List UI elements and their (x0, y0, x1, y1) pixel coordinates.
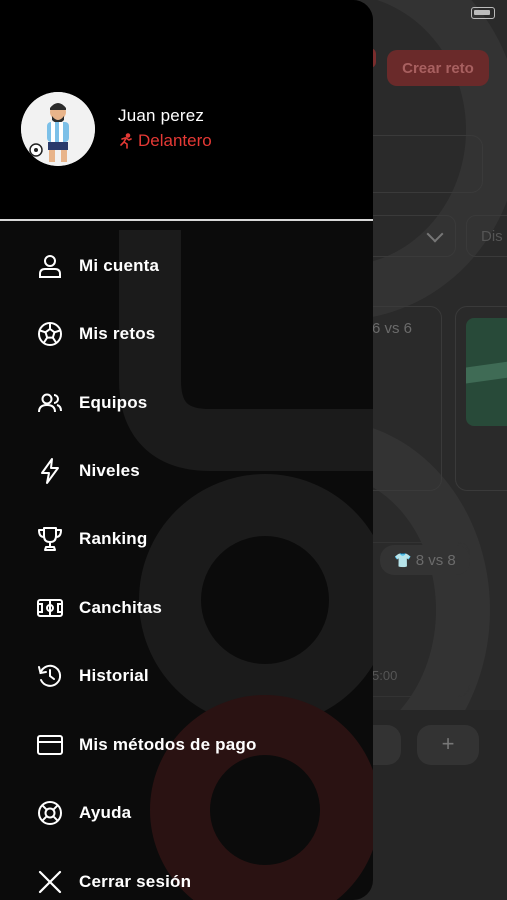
menu-label: Cerrar sesión (79, 872, 192, 891)
user-role: Delantero (118, 131, 212, 151)
team-badge-image (466, 318, 507, 426)
menu-item-challenges[interactable]: Mis retos (0, 306, 373, 362)
distance-filter[interactable]: Dis (466, 215, 507, 257)
user-role-label: Delantero (138, 131, 212, 150)
menu-item-ranking[interactable]: Ranking (0, 511, 373, 567)
close-icon (35, 867, 65, 897)
shirt-icon: 👕 (394, 551, 412, 568)
menu-item-history[interactable]: Historial (0, 648, 373, 704)
runner-icon (120, 133, 132, 149)
match-format: 6 vs 6 (372, 320, 413, 337)
menu-label: Equipos (79, 393, 148, 412)
user-icon (35, 251, 65, 281)
add-team-button[interactable]: + (417, 725, 479, 765)
menu-label: Ranking (79, 529, 148, 548)
menu-item-payment-methods[interactable]: Mis métodos de pago (0, 717, 373, 773)
profile-header: Juan perez Delantero (0, 0, 373, 220)
menu-label: Mi cuenta (79, 256, 160, 275)
menu-item-teams[interactable]: Equipos (0, 375, 373, 431)
menu-item-fields[interactable]: Canchitas (0, 580, 373, 636)
menu-label: Mis retos (79, 324, 156, 343)
soccer-player-avatar-icon (21, 92, 95, 166)
trophy-icon (35, 524, 65, 554)
menu-label: Ayuda (79, 803, 132, 822)
avatar[interactable] (21, 92, 95, 166)
menu-item-account[interactable]: Mi cuenta (0, 238, 373, 294)
side-drawer: Juan perez Delantero Mi cuenta Mis retos… (0, 0, 373, 900)
match-time: 5:00 (372, 668, 398, 683)
chevron-down-icon (426, 225, 444, 243)
credit-card-icon (35, 730, 65, 760)
lightning-icon (35, 456, 65, 486)
help-icon (35, 798, 65, 828)
header-divider (0, 219, 373, 221)
menu-label: Historial (79, 666, 149, 685)
battery-icon (471, 7, 495, 19)
create-challenge-button[interactable]: Crear reto (387, 50, 489, 86)
history-icon (35, 661, 65, 691)
menu-label: Canchitas (79, 598, 163, 617)
user-name: Juan perez (118, 106, 205, 125)
field-icon (35, 593, 65, 623)
match-format: 8 vs 8 (415, 551, 456, 569)
soccer-ball-icon (35, 319, 65, 349)
menu-label: Niveles (79, 461, 140, 480)
team-icon (35, 388, 65, 418)
menu-item-help[interactable]: Ayuda (0, 785, 373, 841)
menu-item-levels[interactable]: Niveles (0, 443, 373, 499)
match-format-pill: 👕 8 vs 8 (380, 545, 470, 575)
menu-item-logout[interactable]: Cerrar sesión (0, 854, 373, 900)
menu-label: Mis métodos de pago (79, 735, 257, 754)
